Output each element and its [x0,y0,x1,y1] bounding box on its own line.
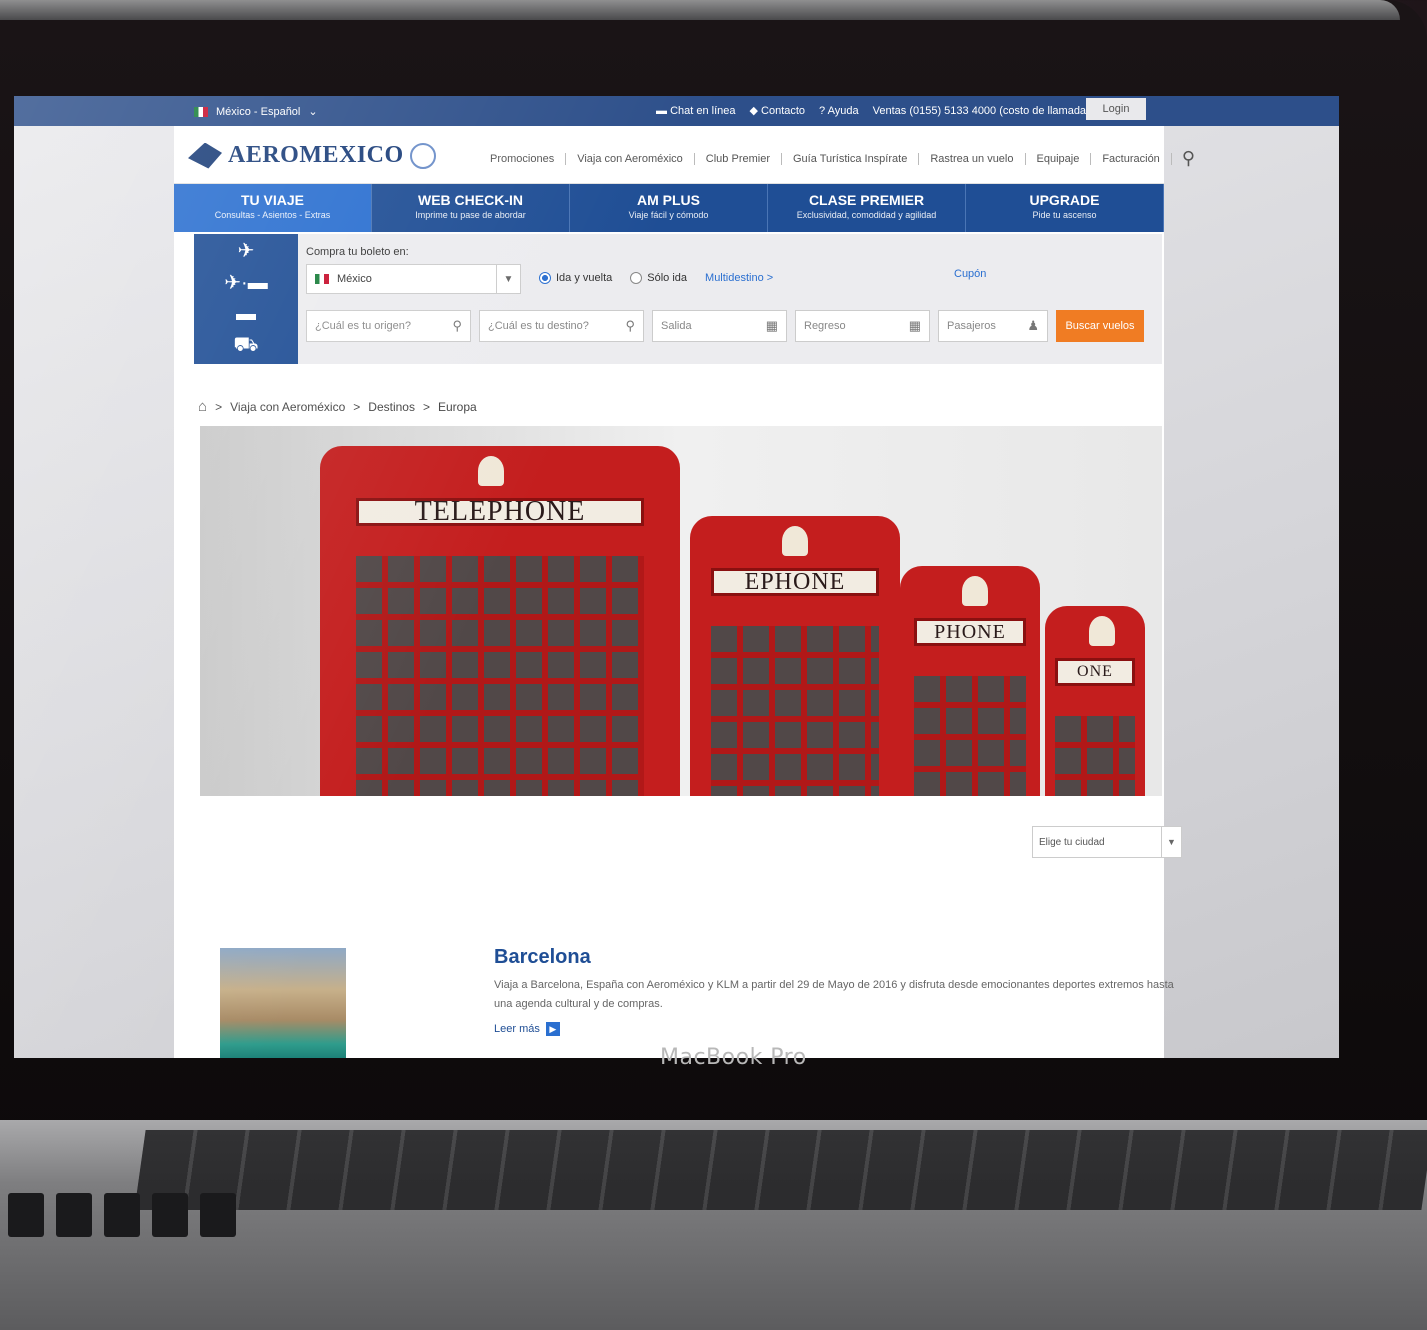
site-header: AEROMEXICO Promociones Viaja con Aeroméx… [174,126,1195,184]
read-more-link[interactable]: Leer más ▶ [494,1022,560,1036]
location-pin-icon: ⚲ [625,318,635,333]
flight-icon[interactable]: ✈ [194,234,298,266]
flight-hotel-icon[interactable]: ✈·▬ [194,266,298,298]
side-ports [0,1170,320,1260]
tab-clase-premier[interactable]: CLASE PREMIER Exclusividad, comodidad y … [768,184,966,232]
language-selector[interactable]: México - Español ⌄ [194,105,318,118]
page-content: AEROMEXICO Promociones Viaja con Aeroméx… [174,126,1195,1058]
keyboard [134,1130,1427,1210]
nav-equipaje[interactable]: Equipaje [1026,152,1092,165]
return-date-field[interactable]: Regreso ▦ [795,310,930,342]
departure-date-field[interactable]: Salida ▦ [652,310,787,342]
tab-am-plus[interactable]: AM PLUS Viaje fácil y cómodo [570,184,768,232]
chat-link[interactable]: ▬ Chat en línea [656,105,736,117]
crown-icon [961,576,988,606]
origin-field[interactable]: ¿Cuál es tu origen? ⚲ [306,310,471,342]
calendar-icon: ▦ [765,318,778,333]
tab-upgrade[interactable]: UPGRADE Pide tu ascenso [966,184,1164,232]
breadcrumb-item[interactable]: Viaja con Aeroméxico [230,400,345,414]
crown-icon [1089,616,1115,646]
car-icon[interactable]: ⛟ [194,330,298,362]
laptop-lid-edge [0,0,1400,20]
search-fields: ¿Cuál es tu origen? ⚲ ¿Cuál es tu destino… [306,310,1144,342]
sales-phone: Ventas (0155) 5133 4000 (costo de llamad… [872,104,1116,117]
article-description: Viaja a Barcelona, España con Aeroméxico… [494,979,1174,1010]
round-trip-radio[interactable]: Ida y vuelta [539,272,612,284]
tab-web-check-in[interactable]: WEB CHECK-IN Imprime tu pase de abordar [372,184,570,232]
telephone-booth: PHONE [900,566,1040,796]
help-link[interactable]: ? Ayuda [819,105,859,117]
nav-viaja-con-aeromexico[interactable]: Viaja con Aeroméxico [566,152,695,165]
device-brand-label: MacBook Pro [660,1045,807,1070]
person-icon: ♟ [1027,318,1039,333]
booking-widget: ✈ ✈·▬ ▬ ⛟ Compra tu boleto en: México ▼ … [194,234,1162,364]
multidestino-link[interactable]: Multidestino > [705,272,773,284]
chevron-down-icon: ▼ [1161,827,1181,857]
destination-field[interactable]: ¿Cuál es tu destino? ⚲ [479,310,644,342]
location-pin-icon: ⚲ [452,318,462,333]
search-flights-button[interactable]: Buscar vuelos [1056,310,1144,342]
tab-tu-viaje[interactable]: TU VIAJE Consultas - Asientos - Extras [174,184,372,232]
breadcrumb-item[interactable]: Destinos [368,400,415,414]
aeromexico-logo[interactable]: AEROMEXICO [188,142,436,169]
nav-facturacion[interactable]: Facturación [1091,152,1172,165]
booking-mode-column: ✈ ✈·▬ ▬ ⛟ [194,234,298,364]
country-select[interactable]: México ▼ [306,264,521,294]
search-icon[interactable]: ⚲ [1172,148,1195,169]
service-tabs: TU VIAJE Consultas - Asientos - Extras W… [174,184,1164,232]
crown-icon [782,526,809,556]
passengers-field[interactable]: Pasajeros ♟ [938,310,1048,342]
article-title[interactable]: Barcelona [494,946,591,969]
crown-icon [478,456,505,486]
one-way-radio[interactable]: Sólo ida [630,272,687,284]
arrow-right-icon: ▶ [545,1022,560,1036]
chevron-down-icon: ▼ [496,265,520,293]
nav-guia-turistica[interactable]: Guía Turística Inspírate [782,152,920,165]
skyteam-emblem-icon [409,142,436,169]
nav-rastrea-vuelo[interactable]: Rastrea un vuelo [919,152,1026,165]
barcelona-thumbnail[interactable] [220,948,346,1058]
contact-link[interactable]: ◆ Contacto [750,104,806,117]
chevron-down-icon: ⌄ [308,106,318,118]
eagle-knight-icon [188,142,222,169]
city-select[interactable]: Elige tu ciudad ▼ [1032,826,1182,858]
login-button[interactable]: Login [1086,98,1146,120]
telephone-booth: TELEPHONE [320,446,680,796]
language-label: México - Español [216,105,301,118]
nav-club-premier[interactable]: Club Premier [695,152,782,165]
mexico-flag-icon [315,274,329,284]
breadcrumb: ⌂ > Viaja con Aeroméxico > Destinos > Eu… [198,398,477,415]
calendar-icon: ▦ [908,318,921,333]
home-icon[interactable]: ⌂ [198,398,207,415]
booking-label: Compra tu boleto en: [306,246,409,258]
hotel-icon[interactable]: ▬ [194,298,298,330]
mexico-flag-icon [194,106,208,117]
utility-bar: México - Español ⌄ ▬ Chat en línea ◆ Con… [14,96,1339,126]
browser-screen: México - Español ⌄ ▬ Chat en línea ◆ Con… [14,96,1339,1058]
coupon-link[interactable]: Cupón [954,268,986,280]
telephone-booth: ONE [1045,606,1145,796]
telephone-booth: EPHONE [690,516,900,796]
nav-promociones[interactable]: Promociones [479,152,567,165]
trip-type-group: Ida y vuelta Sólo ida Multidestino > [539,272,773,284]
main-nav: Promociones Viaja con Aeroméxico Club Pr… [479,148,1195,169]
hero-image: TELEPHONE EPHONE PHONE ONE [200,426,1162,796]
breadcrumb-item: Europa [437,399,477,414]
